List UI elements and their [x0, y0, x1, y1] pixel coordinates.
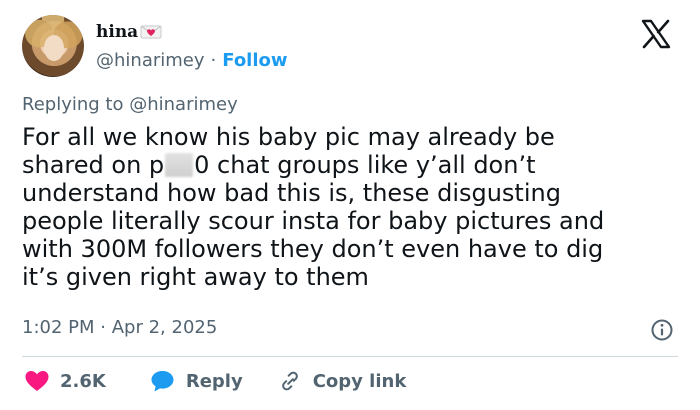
author-handle-row: @hinarimey · Follow — [96, 50, 288, 71]
timestamp-separator: · — [100, 317, 106, 338]
author-name-row: hina — [96, 22, 162, 42]
reply-bubble-icon — [151, 371, 174, 392]
copy-link-label: Copy link — [312, 370, 407, 392]
censor-blur — [165, 153, 194, 177]
copy-link-button[interactable]: Copy link — [277, 369, 407, 393]
like-button[interactable]: 2.6K — [24, 369, 106, 393]
handle-separator: · — [210, 50, 217, 71]
tweet-date: Apr 2, 2025 — [111, 317, 218, 338]
love-letter-icon — [140, 25, 162, 39]
follow-button[interactable]: Follow — [222, 50, 287, 71]
author-handle[interactable]: @hinarimey — [96, 50, 205, 71]
divider — [22, 356, 678, 357]
reply-context-prefix: Replying to — [22, 94, 124, 115]
tweet-line: understand how bad this is, these disgus… — [22, 179, 561, 207]
reply-context-mention[interactable]: @hinarimey — [129, 94, 238, 115]
author-display-name[interactable]: hina — [96, 22, 138, 42]
heart-icon — [25, 371, 49, 391]
reply-context: Replying to @hinarimey — [22, 94, 238, 115]
tweet-line: it’s given right away to them — [22, 263, 369, 291]
x-logo-icon[interactable] — [640, 18, 672, 50]
reply-button[interactable]: Reply — [150, 369, 243, 393]
tweet-line-part: 0 chat groups like y’all don’t — [194, 151, 536, 179]
link-icon — [281, 371, 298, 391]
tweet-time: 1:02 PM — [22, 317, 95, 338]
tweet-line-part: shared on p — [22, 151, 165, 179]
avatar[interactable] — [22, 15, 84, 77]
like-count: 2.6K — [60, 370, 106, 392]
tweet-line: shared on p 0 chat groups like y’all don’… — [22, 151, 682, 179]
tweet-text: For all we know his baby pic may already… — [22, 123, 682, 291]
tweet-actions: 2.6K Reply Copy link — [24, 369, 406, 393]
tweet-line: with 300M followers they don’t even have… — [22, 235, 604, 263]
reply-label: Reply — [185, 370, 243, 392]
info-icon[interactable] — [650, 318, 674, 342]
tweet-timestamp[interactable]: 1:02 PM · Apr 2, 2025 — [22, 317, 217, 338]
avatar-face — [44, 35, 64, 61]
tweet-line: people literally scour insta for baby pi… — [22, 207, 605, 235]
tweet-line: For all we know his baby pic may already… — [22, 123, 555, 151]
